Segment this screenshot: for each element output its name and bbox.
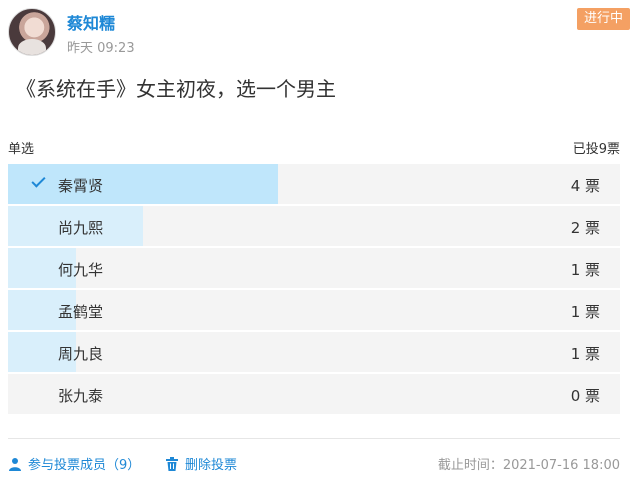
option-label: 秦霄贤 [58,177,104,195]
option-label: 尚九熙 [58,219,104,237]
poll-options: 秦霄贤 4 票 尚九熙 2 票 何九华 1 票 孟鹤堂 1 票 周九良 1 票 … [8,164,620,416]
option-label: 周九良 [58,345,104,363]
status-badge: 进行中 [576,8,630,30]
footer-divider [8,438,620,439]
vote-total: 已投9票 [572,142,620,157]
post-time: 昨天 09:23 [67,41,135,56]
user-icon [9,457,21,471]
poll-option[interactable]: 孟鹤堂 1 票 [8,290,620,330]
option-votes: 0 票 [570,387,600,405]
poll-option[interactable]: 周九良 1 票 [8,332,620,372]
poll-meta: 单选 已投9票 [8,138,620,157]
avatar[interactable] [8,8,56,56]
option-votes: 1 票 [570,303,600,321]
poll-option[interactable]: 秦霄贤 4 票 [8,164,620,204]
delete-poll-button[interactable]: 删除投票 [165,454,237,473]
poll-type: 单选 [8,142,35,157]
participants-label: 参与投票成员 [28,458,107,473]
participants-count: （9） [106,458,141,473]
option-label: 孟鹤堂 [58,303,104,321]
trash-icon [166,456,178,471]
vote-bar [8,164,278,204]
poll-question: 《系统在手》女主初夜，选一个男主 [16,77,336,101]
poll-option[interactable]: 张九泰 0 票 [8,374,620,414]
option-votes: 1 票 [570,345,600,363]
option-votes: 2 票 [570,219,600,237]
author-name[interactable]: 蔡知糯 [67,10,115,34]
participants-link[interactable]: 参与投票成员（9） [8,454,140,473]
option-label: 何九华 [58,261,104,279]
poll-option[interactable]: 尚九熙 2 票 [8,206,620,246]
poll-footer: 参与投票成员（9） 删除投票 截止时间：2021-07-16 18:00 [8,454,620,474]
option-votes: 1 票 [570,261,600,279]
deadline: 截止时间：2021-07-16 18:00 [437,458,620,473]
option-votes: 4 票 [570,177,600,195]
option-label: 张九泰 [58,387,104,405]
delete-label: 删除投票 [185,458,238,473]
poll-option[interactable]: 何九华 1 票 [8,248,620,288]
